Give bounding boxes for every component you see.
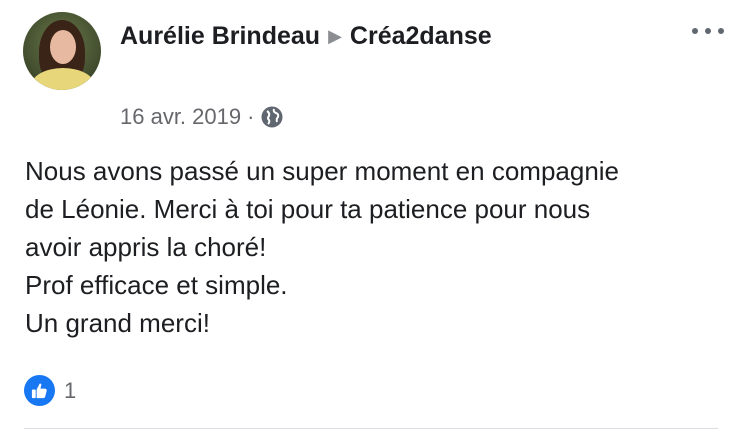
- like-icon: [24, 375, 55, 406]
- page-name-link[interactable]: Créa2danse: [350, 22, 492, 50]
- avatar-face: [50, 30, 76, 64]
- facebook-post: Aurélie Brindeau ▶ Créa2danse 16 avr. 2019…: [0, 0, 742, 433]
- more-options-icon-dot: [718, 28, 724, 34]
- post-text-line: Nous avons passé un super moment en comp…: [25, 156, 620, 186]
- post-text-line: de Léonie. Merci à toi pour ta patience …: [25, 194, 591, 224]
- more-options-icon-dot: [705, 28, 711, 34]
- avatar[interactable]: [23, 12, 101, 90]
- divider: [24, 428, 718, 429]
- reactions-summary[interactable]: 1: [24, 375, 76, 406]
- post-body: Nous avons passé un super moment en comp…: [25, 152, 730, 342]
- reaction-count: 1: [64, 377, 77, 403]
- more-options-button[interactable]: [692, 22, 724, 40]
- post-text-line: Prof efficace et simple.: [25, 270, 288, 300]
- post-meta: 16 avr. 2019 ·: [120, 104, 284, 130]
- post-text-line: Un grand merci!: [25, 308, 210, 338]
- triangle-arrow-icon: ▶: [328, 26, 342, 46]
- globe-icon[interactable]: [260, 105, 284, 129]
- more-options-icon: [692, 28, 698, 34]
- author-name-link[interactable]: Aurélie Brindeau: [120, 22, 320, 50]
- post-text-line: avoir appris la choré!: [25, 232, 267, 262]
- meta-separator: ·: [247, 104, 255, 129]
- post-header: Aurélie Brindeau ▶ Créa2danse: [120, 22, 492, 51]
- post-date-link[interactable]: 16 avr. 2019: [120, 104, 241, 130]
